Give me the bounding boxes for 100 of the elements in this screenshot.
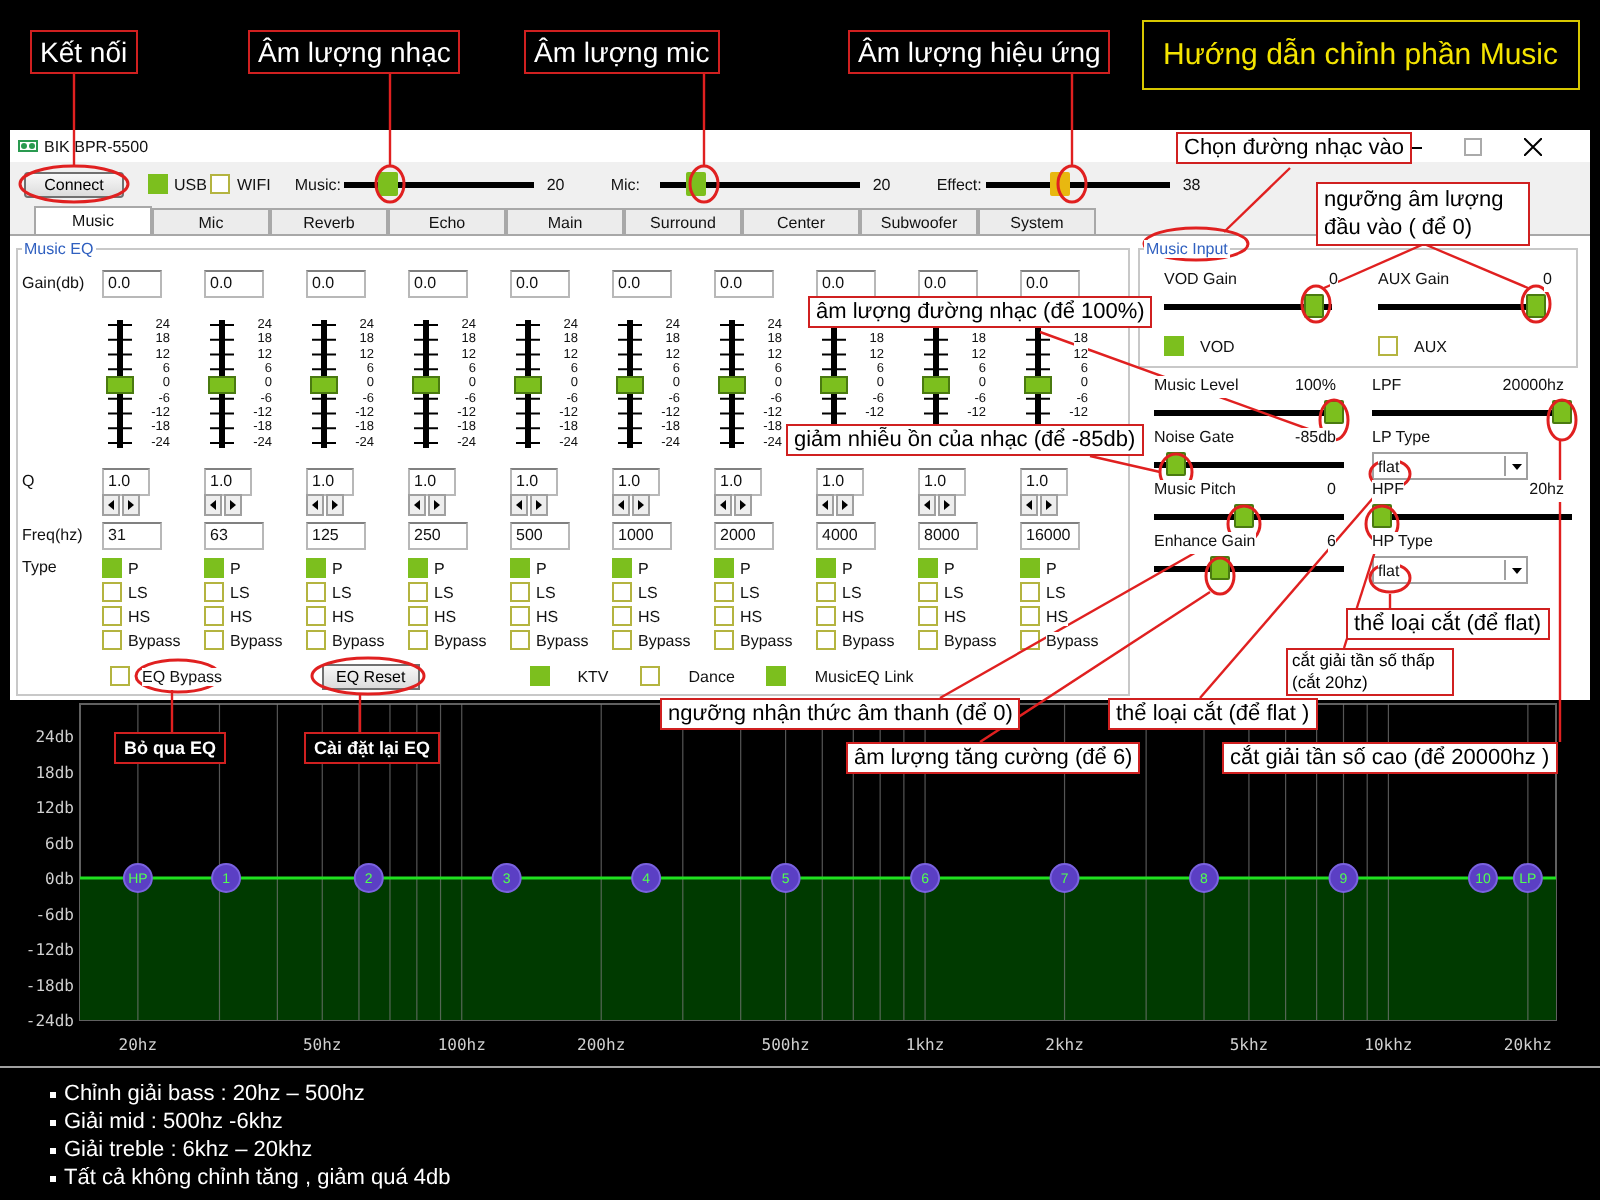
group-title: Music Input bbox=[1144, 240, 1230, 258]
checkbox-label: HS bbox=[332, 607, 355, 625]
checkbox-label: P bbox=[1046, 559, 1057, 577]
callout-tooltip: âm lượng tăng cường (để 6) bbox=[846, 742, 1141, 774]
x-axis-label: 10khz bbox=[1364, 1036, 1413, 1054]
callout-tooltip: Chọn đường nhạc vào bbox=[1176, 132, 1412, 164]
checkbox-label: LS bbox=[638, 583, 658, 601]
checkbox-label: Bypass bbox=[332, 631, 385, 649]
x-axis-label: 5khz bbox=[1229, 1036, 1269, 1054]
callout-tooltip: cắt giải tần số thấp (cắt 20hz) bbox=[1286, 648, 1454, 696]
slider-value: 20 bbox=[546, 175, 567, 193]
checkbox-label: P bbox=[434, 559, 445, 577]
checkbox-label: HS bbox=[638, 607, 661, 625]
note-text: Giải mid : 500hz -6khz bbox=[64, 1108, 283, 1136]
callout-tooltip: Âm lượng hiệu ứng bbox=[848, 30, 1111, 74]
x-axis-label: 20khz bbox=[1503, 1036, 1552, 1054]
checkbox-label: KTV bbox=[577, 667, 609, 685]
checkbox-label: HS bbox=[1046, 607, 1069, 625]
checkbox-label: P bbox=[536, 559, 547, 577]
checkbox-label: LS bbox=[842, 583, 862, 601]
slider-value: 38 bbox=[1182, 175, 1203, 193]
callout-tooltip: giảm nhiễu ồn của nhạc (để -85db) bbox=[786, 424, 1144, 456]
checkbox-label: HS bbox=[230, 607, 253, 625]
checkbox-label: LS bbox=[536, 583, 556, 601]
callout-tooltip: ngưỡng âm lượng đầu vào ( để 0) bbox=[1316, 182, 1530, 246]
checkbox-label: WIFI bbox=[236, 175, 271, 193]
control-label: HP Type bbox=[1372, 532, 1433, 554]
checkbox-label: Bypass bbox=[536, 631, 589, 649]
checkbox-label: Bypass bbox=[230, 631, 283, 649]
window-title: BIK BPR-5500 bbox=[44, 137, 149, 155]
control-label: Enhance Gain bbox=[1154, 532, 1256, 554]
checkbox-label: Bypass bbox=[128, 631, 181, 649]
checkbox-label: P bbox=[842, 559, 853, 577]
checkbox-label: HS bbox=[944, 607, 967, 625]
checkbox-label: Bypass bbox=[740, 631, 793, 649]
x-axis-label: 20hz bbox=[118, 1036, 158, 1054]
callout-tooltip: Âm lượng nhạc bbox=[248, 30, 461, 74]
callout-tooltip: Bỏ qua EQ bbox=[114, 732, 227, 764]
note-text: Giải treble : 6khz – 20khz bbox=[64, 1136, 313, 1164]
checkbox-label: LS bbox=[740, 583, 760, 601]
callout-tooltip: thể loại cắt (để flat ) bbox=[1108, 698, 1318, 730]
checkbox-label: LS bbox=[944, 583, 964, 601]
checkbox-label: HS bbox=[842, 607, 865, 625]
checkbox-label: EQ Bypass bbox=[142, 667, 223, 685]
checkbox-label: LS bbox=[332, 583, 352, 601]
y-axis-label: -18db bbox=[25, 976, 74, 995]
control-label: Music Level bbox=[1154, 376, 1239, 398]
callout-tooltip: Cài đặt lại EQ bbox=[304, 732, 441, 764]
y-axis-label: -12db bbox=[25, 941, 74, 959]
checkbox-label: HS bbox=[434, 607, 457, 625]
slider-label: Mic: bbox=[610, 175, 643, 193]
checkbox-label: LS bbox=[128, 583, 148, 601]
control-label: HPF bbox=[1372, 480, 1404, 502]
group-title: Music EQ bbox=[22, 240, 96, 258]
callout-tooltip: thể loại cắt (để flat) bbox=[1346, 608, 1550, 640]
callout-tooltip: ngưỡng nhận thức âm thanh (để 0) bbox=[660, 698, 1021, 730]
x-axis-label: 200hz bbox=[577, 1036, 626, 1054]
note-text: Chỉnh giải bass : 20hz – 500hz bbox=[64, 1080, 365, 1108]
slider-value: 0 bbox=[1329, 270, 1338, 292]
y-axis-label: -24db bbox=[25, 1012, 74, 1030]
slider-value: 20 bbox=[872, 175, 893, 193]
y-axis-label: 18db bbox=[35, 763, 74, 782]
slider-label: Music: bbox=[294, 175, 343, 193]
checkbox-label: AUX bbox=[1414, 337, 1447, 355]
checkbox-label: Dance bbox=[688, 667, 735, 685]
checkbox-label: Bypass bbox=[842, 631, 895, 649]
checkbox-label: P bbox=[638, 559, 649, 577]
y-axis-label: 24db bbox=[35, 728, 74, 746]
control-label: LP Type bbox=[1372, 428, 1431, 450]
checkbox-label: USB bbox=[174, 175, 207, 193]
control-value: 6 bbox=[1327, 532, 1336, 554]
checkbox-label: Bypass bbox=[944, 631, 997, 649]
x-axis-label: 100hz bbox=[437, 1036, 486, 1054]
checkbox-label: LS bbox=[230, 583, 250, 601]
checkbox-label: HS bbox=[128, 607, 151, 625]
checkbox-label: P bbox=[332, 559, 343, 577]
checkbox-label: Bypass bbox=[1046, 631, 1099, 649]
x-axis-label: 50hz bbox=[303, 1036, 342, 1054]
checkbox-label: LS bbox=[1046, 583, 1066, 601]
x-axis-label: 1khz bbox=[905, 1036, 945, 1054]
y-axis-label: -6db bbox=[35, 905, 74, 924]
checkbox-label: HS bbox=[740, 607, 763, 625]
slider-label: Effect: bbox=[936, 175, 984, 193]
checkbox-label: P bbox=[944, 559, 955, 577]
y-axis-label: 12db bbox=[35, 799, 74, 817]
y-axis-label: 6db bbox=[45, 834, 74, 853]
guide-title: Hướng dẫn chỉnh phần Music bbox=[1141, 20, 1580, 90]
callout-tooltip: cắt giải tần số cao (để 20000hz ) bbox=[1222, 742, 1558, 774]
checkbox-label: P bbox=[740, 559, 751, 577]
checkbox-label: MusicEQ Link bbox=[814, 667, 914, 685]
slider-value: 0 bbox=[1543, 270, 1552, 292]
checkbox-label: P bbox=[230, 559, 241, 577]
checkbox-label: HS bbox=[536, 607, 559, 625]
callout-tooltip: Âm lượng mic bbox=[524, 30, 720, 74]
checkbox-label: Bypass bbox=[434, 631, 487, 649]
checkbox-label: LS bbox=[434, 583, 454, 601]
checkbox-label: P bbox=[128, 559, 139, 577]
note-text: Tất cả không chỉnh tăng , giảm quá 4db bbox=[64, 1164, 451, 1192]
callout-tooltip: Kết nối bbox=[30, 30, 138, 74]
checkbox-label: Bypass bbox=[638, 631, 691, 649]
